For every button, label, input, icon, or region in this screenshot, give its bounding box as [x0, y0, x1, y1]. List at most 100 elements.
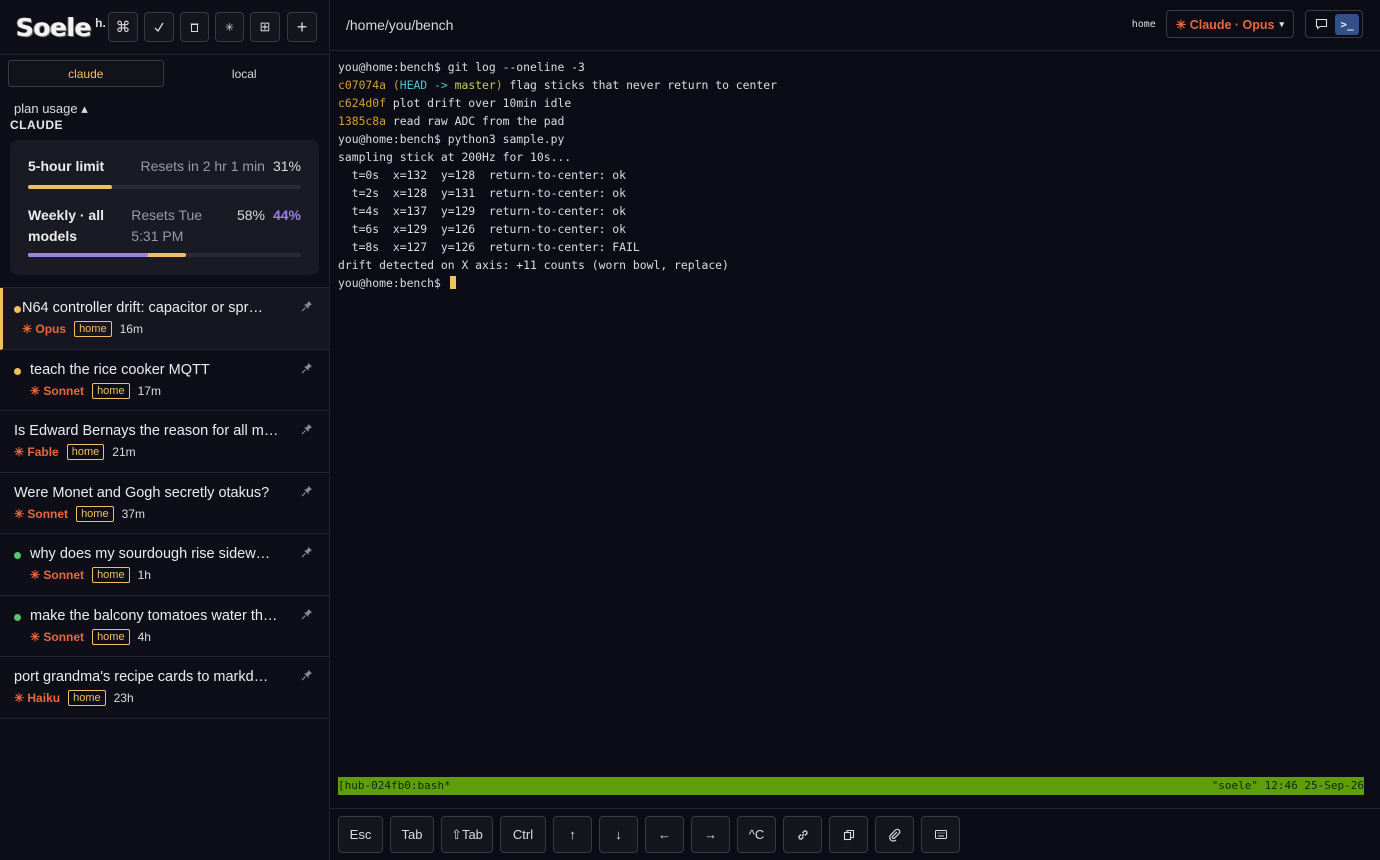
session-tag: home [76, 505, 114, 522]
sparkle-icon[interactable]: ✳ [215, 12, 244, 42]
keyboard-icon[interactable] [921, 816, 960, 853]
tab-local[interactable]: local [168, 60, 322, 87]
session-meta: ✳ Opus home 16m [22, 321, 143, 337]
pin-icon[interactable] [301, 608, 313, 623]
session-model: ✳ Sonnet [30, 383, 85, 398]
trash-icon[interactable] [180, 12, 209, 42]
esc-key[interactable]: Esc [338, 816, 383, 853]
command-icon[interactable]: ⌘ [108, 12, 138, 42]
link-icon[interactable] [783, 816, 822, 853]
terminal-line: t=6s x=129 y=126 return-to-center: ok [338, 222, 627, 236]
pin-icon[interactable] [301, 485, 313, 500]
working-directory: /home/you/bench [346, 17, 454, 33]
shift-tab-key[interactable]: ⇧Tab [441, 816, 493, 853]
terminal-icon[interactable]: >_ [1335, 13, 1359, 35]
terminal-line: t=0s x=132 y=128 return-to-center: ok [338, 168, 627, 182]
arrow-right-key[interactable]: → [691, 816, 730, 853]
session-title: make the balcony tomatoes water th… [30, 607, 278, 624]
tab-key[interactable]: Tab [390, 816, 434, 853]
sidebar-topbar: Soele h. ⌘ ✳ ⊞ + [0, 0, 329, 55]
copy-icon[interactable] [829, 816, 868, 853]
weekly-reset: Resets Tue 5:31 PM [131, 207, 203, 244]
tmux-status-right: "soele" 12:46 25-Sep-26 [1211, 779, 1364, 792]
session-item[interactable]: why does my sourdough rise sidew… ✳ Sonne… [0, 534, 329, 596]
main-pane: /home/you/bench home ✳ Claude · Opus ▾ >… [330, 0, 1380, 860]
app-logo: Soele [16, 12, 92, 42]
session-meta: ✳ Fable home 21m [14, 444, 136, 460]
arrow-up-key[interactable]: ↑ [553, 816, 592, 853]
arrow-left-key[interactable]: ← [645, 816, 684, 853]
five-hour-bar-fill [28, 185, 113, 189]
status-dot [14, 613, 21, 621]
check-icon[interactable] [144, 12, 174, 42]
terminal-line: you@home:bench$ python3 sample.py [338, 132, 565, 146]
session-model: ✳ Fable [14, 445, 59, 459]
session-age: 4h [137, 629, 151, 644]
ctrl-c-key[interactable]: ^C [737, 816, 776, 853]
plan-usage-toggle[interactable]: plan usage ▴ [0, 97, 329, 116]
session-meta: ✳ Sonnet home 17m [30, 382, 161, 399]
session-model: ✳ Sonnet [30, 568, 85, 582]
arrow-down-key[interactable]: ↓ [599, 816, 638, 853]
model-selector-label: ✳ Claude · Opus [1175, 17, 1275, 32]
grid-icon[interactable]: ⊞ [250, 12, 280, 42]
session-age: 17m [137, 383, 161, 398]
session-meta: ✳ Haiku home 23h [14, 690, 134, 706]
paperclip-icon[interactable] [875, 816, 914, 853]
session-item[interactable]: Were Monet and Gogh secretly otakus? ✳ So… [0, 473, 329, 534]
session-age: 21m [112, 445, 136, 459]
session-tag: home [66, 444, 105, 460]
terminal-line: t=8s x=127 y=126 return-to-center: FAIL [338, 240, 640, 254]
terminal-line: c624d0f plot drift over 10min idle [338, 96, 572, 110]
five-hour-bar [28, 185, 301, 189]
session-age: 1h [137, 568, 151, 582]
session-title: teach the rice cooker MQTT [30, 361, 210, 378]
usage-card: 5-hour limit Resets in 2 hr 1 min 31% We… [10, 140, 319, 275]
session-tag: home [92, 567, 130, 583]
session-item[interactable]: make the balcony tomatoes water th… ✳ Son… [0, 596, 329, 657]
session-item[interactable]: Is Edward Bernays the reason for all m… ✳… [0, 411, 329, 473]
session-model: ✳ Sonnet [14, 506, 69, 521]
session-item[interactable]: port grandma's recipe cards to markd… ✳ H… [0, 657, 329, 719]
five-hour-label: 5-hour limit [28, 158, 105, 174]
view-mode-toggle: >_ [1305, 10, 1363, 38]
weekly-bar [28, 253, 301, 257]
weekly-pct-other: 44% [272, 207, 301, 223]
terminal-line: c07074a (HEAD -> master) flag sticks tha… [338, 78, 777, 92]
terminal-line: drift detected on X axis: +11 counts (wo… [338, 258, 729, 272]
weekly-label: Weekly · all models [28, 207, 105, 244]
ctrl-key[interactable]: Ctrl [500, 816, 546, 853]
session-age: 23h [113, 691, 134, 705]
pin-icon[interactable] [301, 362, 313, 377]
session-title: why does my sourdough rise sidew… [30, 546, 271, 562]
session-tag: home [68, 690, 106, 706]
terminal-line: t=2s x=128 y=131 return-to-center: ok [338, 186, 627, 200]
session-title: N64 controller drift: capacitor or spr… [22, 300, 263, 316]
pin-icon[interactable] [301, 423, 313, 438]
pin-icon[interactable] [301, 546, 313, 561]
chevron-down-icon: ▾ [1279, 18, 1284, 29]
source-switch: claude local [0, 55, 329, 97]
session-item[interactable]: N64 controller drift: capacitor or spr… ✳… [0, 288, 329, 350]
terminal-line: 1385c8a read raw ADC from the pad [338, 114, 565, 128]
pin-icon[interactable] [301, 669, 313, 684]
pin-icon[interactable] [301, 300, 313, 315]
session-title: Is Edward Bernays the reason for all m… [14, 423, 279, 439]
logo-suffix: h. [95, 16, 106, 30]
weekly-pct: 58% [236, 207, 265, 223]
new-session-button[interactable]: + [287, 12, 317, 42]
tmux-session-label: [hub-024fb0:bash* [338, 779, 451, 792]
sidebar: Soele h. ⌘ ✳ ⊞ + claude local plan usage… [0, 0, 330, 860]
plan-provider-label: CLAUDE [10, 118, 63, 132]
tab-claude[interactable]: claude [8, 60, 164, 87]
chat-bubble-icon[interactable] [1309, 14, 1333, 35]
session-item[interactable]: teach the rice cooker MQTT ✳ Sonnet home 17… [0, 350, 329, 411]
session-model: ✳ Opus [22, 322, 67, 336]
status-dot [14, 367, 21, 375]
session-meta: ✳ Sonnet home 1h [30, 567, 151, 583]
terminal-line: sampling stick at 200Hz for 10s... [338, 150, 572, 164]
terminal-output[interactable]: you@home:bench$ git log --oneline -3 c070… [338, 58, 1368, 292]
tmux-status-bar: [hub-024fb0:bash* "soele" 12:46 25-Sep-2… [338, 777, 1364, 795]
model-selector[interactable]: ✳ Claude · Opus ▾ [1165, 10, 1294, 38]
session-age: 16m [119, 322, 143, 336]
